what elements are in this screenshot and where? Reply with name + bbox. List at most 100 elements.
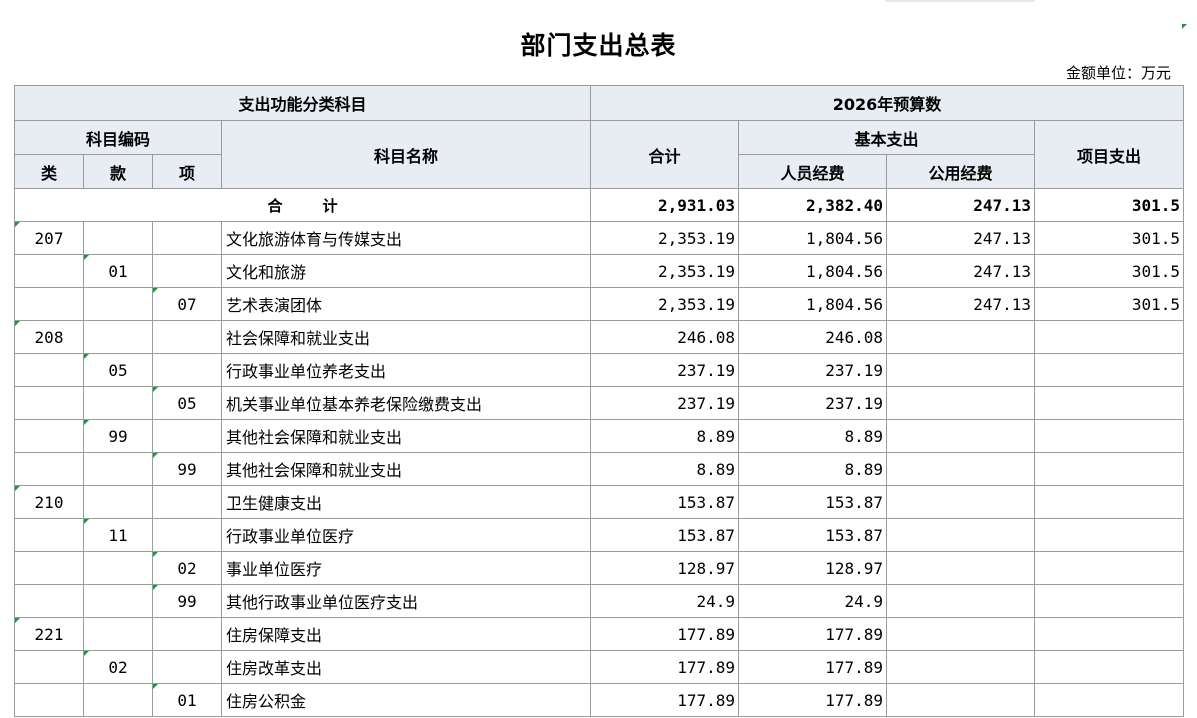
subject-name-cell: 行政事业单位养老支出 <box>220 353 592 387</box>
header-budget-year: 2026年预算数 <box>590 85 1185 121</box>
total-cell: 153.87 <box>590 518 740 552</box>
cell-marker-icon <box>84 354 89 359</box>
personnel-cell-text: 177.89 <box>825 624 884 644</box>
public-cell <box>886 518 1036 552</box>
cell-marker-icon <box>15 222 20 227</box>
personnel-cell-text: 8.89 <box>844 459 884 479</box>
table-row: 05 行政事业单位养老支出 237.19 237.19 <box>14 353 1185 387</box>
total-cell: 2,353.19 <box>590 221 740 255</box>
code-kuan-cell: 11 <box>83 518 153 552</box>
code-lei-cell: 208 <box>14 320 84 354</box>
subject-name-cell: 社会保障和就业支出 <box>220 320 592 354</box>
project-cell <box>1034 584 1185 618</box>
project-cell-text: 301.5 <box>1131 261 1181 281</box>
total-cell-text: 246.08 <box>677 327 736 347</box>
subject-name-cell: 住房公积金 <box>220 683 592 717</box>
subject-name-cell-text: 行政事业单位医疗 <box>226 527 355 546</box>
total-cell: 177.89 <box>590 617 740 651</box>
total-cell-text: 237.19 <box>677 393 736 413</box>
table-row: 221 住房保障支出 177.89 177.89 <box>14 617 1185 651</box>
code-xiang-cell-text: 05 <box>177 393 197 413</box>
project-cell: 301.5 <box>1034 287 1185 321</box>
personnel-cell-text: 1,804.56 <box>805 261 884 281</box>
project-cell <box>1034 551 1185 585</box>
header-name: 科目名称 <box>220 120 592 189</box>
code-lei-cell <box>14 650 84 684</box>
public-cell <box>886 386 1036 420</box>
total-cell-text: 153.87 <box>677 525 736 545</box>
subject-name-cell: 其他行政事业单位医疗支出 <box>220 584 592 618</box>
header-total: 合计 <box>590 120 740 189</box>
code-lei-cell <box>14 287 84 321</box>
code-xiang-cell <box>152 353 222 387</box>
project-cell <box>1034 485 1185 519</box>
code-kuan-cell <box>83 320 153 354</box>
code-kuan-cell-text: 01 <box>108 261 128 281</box>
code-lei-cell <box>14 353 84 387</box>
project-cell <box>1034 650 1185 684</box>
code-kuan-cell-text: 11 <box>108 525 128 545</box>
subject-name-cell-text: 卫生健康支出 <box>226 494 323 513</box>
public-cell: 247.13 <box>886 221 1036 255</box>
subject-name-cell: 其他社会保障和就业支出 <box>220 452 592 486</box>
personnel-cell-text: 246.08 <box>825 327 884 347</box>
cell-marker-icon <box>84 519 89 524</box>
table-row: 210 卫生健康支出 153.87 153.87 <box>14 485 1185 519</box>
header-func-class: 支出功能分类科目 <box>13 85 592 121</box>
subject-name-cell: 行政事业单位医疗 <box>220 518 592 552</box>
subject-name-cell: 事业单位医疗 <box>220 551 592 585</box>
cell-marker-icon <box>84 255 89 260</box>
total-cell-text: 177.89 <box>677 690 736 710</box>
code-kuan-cell <box>83 584 153 618</box>
code-kuan-cell <box>83 386 153 420</box>
code-kuan-cell <box>83 221 153 255</box>
code-lei-cell <box>14 419 84 453</box>
public-cell <box>886 353 1036 387</box>
code-lei-cell <box>14 254 84 288</box>
code-xiang-cell-text: 02 <box>177 558 197 578</box>
project-cell: 301.5 <box>1034 254 1185 288</box>
project-cell <box>1034 452 1185 486</box>
total-cell: 128.97 <box>590 551 740 585</box>
code-lei-cell <box>14 452 84 486</box>
total-row: 合计 2,931.03 2,382.40 247.13 301.5 <box>13 188 1185 222</box>
total-cell: 177.89 <box>590 683 740 717</box>
code-kuan-cell <box>83 617 153 651</box>
code-xiang-cell: 02 <box>152 551 222 585</box>
project-cell <box>1034 386 1185 420</box>
unit-label: 金额单位：万元 <box>1065 64 1171 82</box>
total-total: 2,931.03 <box>590 188 740 222</box>
total-cell: 8.89 <box>590 419 740 453</box>
public-cell <box>886 452 1036 486</box>
total-cell: 246.08 <box>590 320 740 354</box>
code-kuan-cell: 02 <box>83 650 153 684</box>
subject-name-cell-text: 其他社会保障和就业支出 <box>226 461 403 480</box>
total-cell: 2,353.19 <box>590 254 740 288</box>
personnel-cell: 1,804.56 <box>738 287 888 321</box>
personnel-cell-text: 237.19 <box>825 393 884 413</box>
total-cell: 153.87 <box>590 485 740 519</box>
total-cell-text: 8.89 <box>696 426 736 446</box>
code-lei-cell <box>14 551 84 585</box>
code-kuan-cell: 01 <box>83 254 153 288</box>
subject-name-cell: 卫生健康支出 <box>220 485 592 519</box>
project-cell <box>1034 320 1185 354</box>
table-row: 99 其他行政事业单位医疗支出 24.9 24.9 <box>14 584 1185 618</box>
table-row: 99 其他社会保障和就业支出 8.89 8.89 <box>14 452 1185 486</box>
table-row: 99 其他社会保障和就业支出 8.89 8.89 <box>14 419 1185 453</box>
subject-name-cell: 艺术表演团体 <box>220 287 592 321</box>
personnel-cell: 177.89 <box>738 683 888 717</box>
project-cell-text: 301.5 <box>1131 228 1181 248</box>
personnel-cell-text: 237.19 <box>825 360 884 380</box>
header-personnel: 人员经费 <box>738 154 888 189</box>
code-kuan-cell: 99 <box>83 419 153 453</box>
project-cell <box>1034 419 1185 453</box>
personnel-cell: 1,804.56 <box>738 254 888 288</box>
personnel-cell: 1,804.56 <box>738 221 888 255</box>
code-xiang-cell-text: 01 <box>177 690 197 710</box>
table-row: 02 住房改革支出 177.89 177.89 <box>14 650 1185 684</box>
personnel-cell-text: 1,804.56 <box>805 294 884 314</box>
subject-name-cell-text: 行政事业单位养老支出 <box>226 362 387 381</box>
personnel-cell: 128.97 <box>738 551 888 585</box>
total-cell-text: 2,353.19 <box>657 228 736 248</box>
